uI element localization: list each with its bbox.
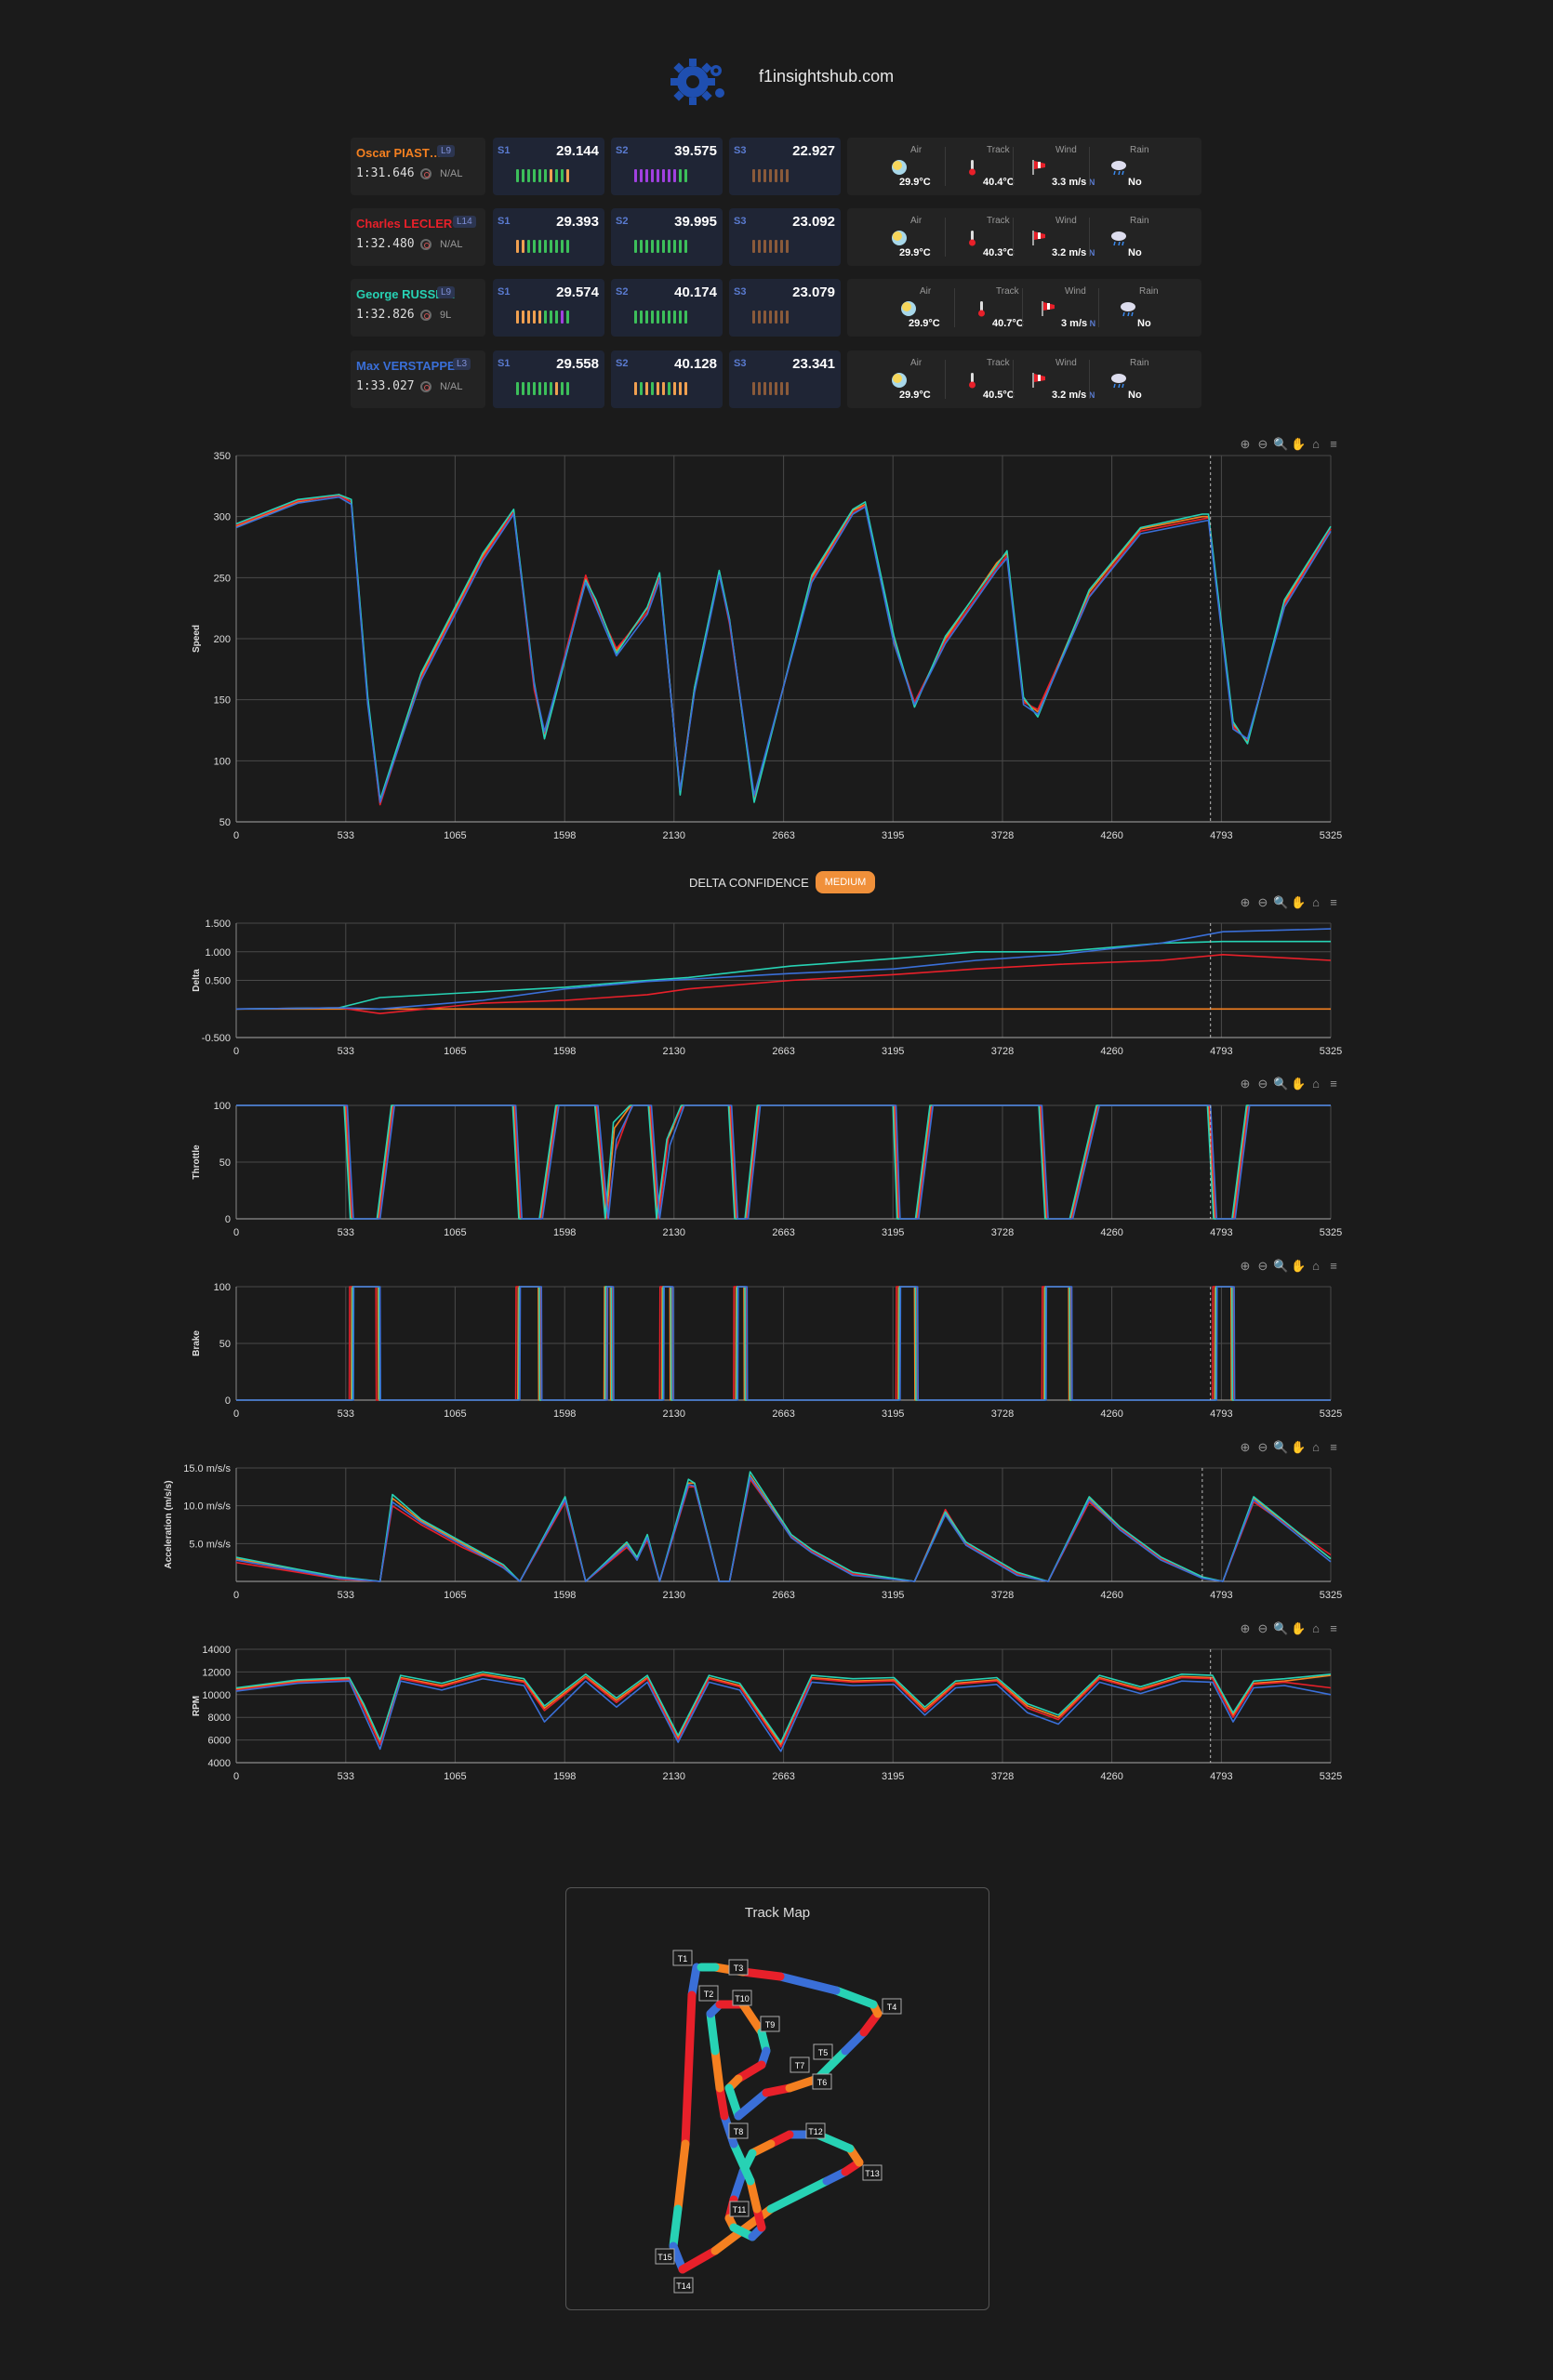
track-segment	[738, 2000, 766, 2037]
track-segment	[681, 1990, 697, 2149]
x-tick-label: 5325	[1320, 1771, 1342, 1782]
track-segment	[746, 2176, 762, 2214]
chart-toolbar[interactable]: ⊕ ⊖ 🔍 ✋ ⌂ ≡	[1238, 1621, 1341, 1636]
x-tick-label: 1065	[444, 1771, 466, 1782]
turn-label: T4	[882, 1998, 902, 2015]
turn-label: T9	[760, 2016, 780, 2032]
track-segment	[776, 1972, 841, 1995]
turn-label: T8	[728, 2122, 749, 2139]
svg-text:T10: T10	[735, 1994, 750, 2003]
x-tick-label: 2130	[663, 1771, 685, 1782]
svg-text:T1: T1	[678, 1954, 688, 1964]
x-tick-label: 533	[338, 1771, 354, 1782]
track-segment	[729, 2167, 748, 2204]
x-tick-label: 2663	[772, 1771, 794, 1782]
y-tick-label: 4000	[208, 1758, 231, 1769]
track-segment	[706, 2009, 720, 2056]
turn-label: T12	[805, 2122, 826, 2139]
x-tick-label: 1598	[553, 1771, 576, 1782]
track-map-panel: Track Map T1 T2 T3 T4 T5 T6 T7 T8 T9 T10 T11 T12 T13…	[565, 1887, 989, 2310]
turn-label: T2	[698, 1985, 719, 2002]
turn-label: T14	[673, 2277, 694, 2294]
x-tick-label: 4260	[1100, 1771, 1122, 1782]
turn-label: T11	[729, 2201, 750, 2217]
magnifier-icon[interactable]: 🔍	[1273, 1621, 1288, 1636]
y-tick-label: 6000	[208, 1736, 231, 1747]
y-tick-label: 12000	[202, 1667, 231, 1678]
track-segment	[710, 2046, 724, 2093]
svg-text:T15: T15	[657, 2253, 672, 2262]
svg-text:T4: T4	[887, 2003, 897, 2012]
x-tick-label: 3195	[882, 1771, 904, 1782]
svg-text:T5: T5	[818, 2048, 829, 2057]
pan-hand-icon[interactable]: ✋	[1291, 1621, 1306, 1636]
svg-text:T6: T6	[817, 2078, 828, 2087]
y-tick-label: 14000	[202, 1645, 231, 1656]
svg-text:T9: T9	[765, 2020, 776, 2030]
turn-label: T3	[728, 1959, 749, 1976]
svg-text:T13: T13	[865, 2169, 880, 2178]
svg-text:T7: T7	[795, 2061, 805, 2070]
svg-text:T8: T8	[734, 2127, 744, 2136]
turn-label: T15	[655, 2248, 675, 2265]
track-segment	[673, 2139, 690, 2214]
zoom-in-icon[interactable]: ⊕	[1238, 1621, 1253, 1636]
track-segment	[687, 1963, 701, 2000]
turn-label: T13	[862, 2164, 883, 2181]
y-axis-title: RPM	[192, 1696, 202, 1716]
svg-text:T3: T3	[734, 1964, 744, 1973]
svg-text:T2: T2	[704, 1990, 714, 1999]
chart-rpm: 4000 6000 8000 10000 12000 14000 0 533 1065 1598 2…	[0, 0, 1553, 1791]
y-tick-label: 8000	[208, 1712, 231, 1724]
x-tick-label: 3728	[991, 1771, 1014, 1782]
track-segment	[766, 2176, 831, 2214]
track-segment	[678, 2246, 720, 2274]
menu-icon[interactable]: ≡	[1326, 1621, 1341, 1636]
turn-label: T7	[790, 2056, 810, 2073]
svg-text:T14: T14	[676, 2281, 691, 2291]
track-segment	[734, 2088, 771, 2121]
svg-text:T11: T11	[733, 2205, 747, 2215]
turn-label: T1	[672, 1950, 693, 1966]
zoom-out-icon[interactable]: ⊖	[1255, 1621, 1270, 1636]
track-segment	[831, 1986, 878, 2009]
y-tick-label: 10000	[202, 1690, 231, 1701]
svg-text:T12: T12	[808, 2127, 823, 2136]
track-segment	[669, 2204, 683, 2251]
home-icon[interactable]: ⌂	[1308, 1621, 1323, 1636]
turn-label: T6	[812, 2073, 832, 2090]
chart-svg[interactable]: 4000 6000 8000 10000 12000 14000 0 533 1065 1598 2…	[0, 0, 1553, 1791]
track-segment	[715, 2083, 729, 2121]
turn-label: T10	[732, 1990, 752, 2006]
x-tick-label: 0	[233, 1771, 239, 1782]
x-tick-label: 4793	[1210, 1771, 1232, 1782]
track-segment	[738, 1967, 785, 1981]
turn-label: T5	[813, 2043, 833, 2060]
track-map[interactable]: T1 T2 T3 T4 T5 T6 T7 T8 T9 T10 T11 T12 T13 T14 T15	[566, 1888, 989, 2309]
